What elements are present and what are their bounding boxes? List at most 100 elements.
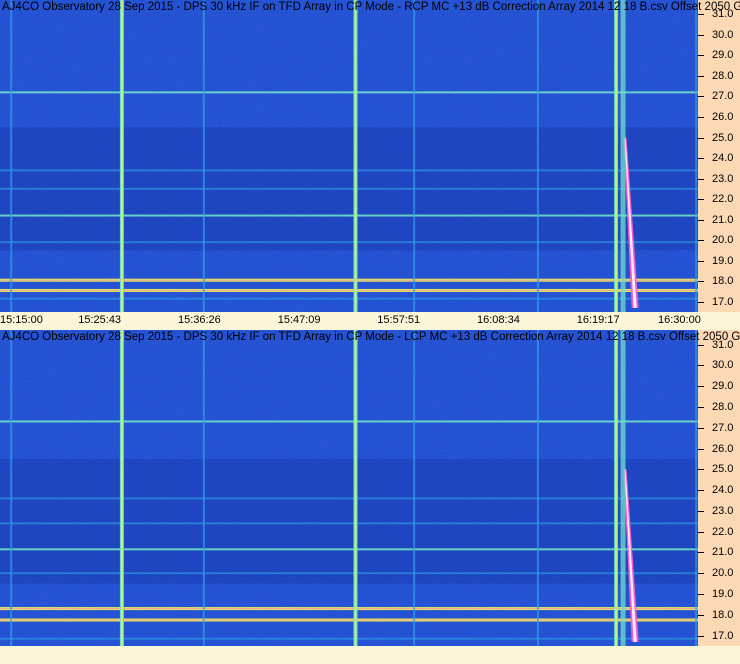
frequency-tick-label: 22.0 xyxy=(712,525,734,538)
rcp-title: AJ4CO Observatory 28 Sep 2015 - DPS 30 k… xyxy=(2,1,740,13)
frequency-tick xyxy=(698,531,704,533)
time-tick-label: 15:36:26 xyxy=(177,314,221,326)
frequency-tick xyxy=(698,448,704,450)
frequency-tick-label: 30.0 xyxy=(712,28,734,41)
dark-region xyxy=(0,458,698,584)
vertical-feature xyxy=(202,0,205,312)
frequency-tick xyxy=(698,635,704,637)
time-tick-label: 15:47:09 xyxy=(277,314,321,326)
frequency-tick xyxy=(698,614,704,616)
frequency-tick xyxy=(698,34,704,36)
frequency-tick xyxy=(698,178,704,180)
horizontal-band-core xyxy=(0,619,698,621)
lcp-spectrogram xyxy=(0,330,698,646)
frequency-tick-label: 18.0 xyxy=(712,608,734,621)
vertical-feature-core xyxy=(354,0,357,312)
frequency-tick-label: 29.0 xyxy=(712,49,734,62)
frequency-tick xyxy=(698,510,704,512)
frequency-tick xyxy=(698,240,704,242)
horizontal-band xyxy=(0,497,698,500)
frequency-tick-label: 21.0 xyxy=(712,546,734,559)
frequency-tick xyxy=(698,96,704,98)
vertical-feature xyxy=(695,0,698,312)
frequency-tick xyxy=(698,199,704,201)
frequency-tick-label: 17.0 xyxy=(712,629,734,642)
frequency-tick-label: 24.0 xyxy=(712,152,734,165)
horizontal-band xyxy=(0,548,698,551)
frequency-tick xyxy=(698,365,704,367)
horizontal-band xyxy=(0,297,698,300)
rcp-spectrogram xyxy=(0,0,698,312)
rcp-panel: AJ4CO Observatory 28 Sep 2015 - DPS 30 k… xyxy=(0,0,740,312)
horizontal-band xyxy=(0,420,698,423)
vertical-feature xyxy=(536,0,539,312)
frequency-tick-label: 25.0 xyxy=(712,463,734,476)
rcp-spectrogram-svg xyxy=(0,0,698,312)
frequency-tick xyxy=(698,137,704,139)
time-tick-label: 15:25:43 xyxy=(78,314,122,326)
frequency-tick-label: 23.0 xyxy=(712,504,734,517)
frequency-tick xyxy=(698,490,704,492)
vertical-feature xyxy=(202,330,205,646)
frequency-tick-label: 28.0 xyxy=(712,69,734,82)
vertical-feature-core xyxy=(120,330,123,646)
frequency-tick-label: 21.0 xyxy=(712,213,734,226)
frequency-tick-label: 25.0 xyxy=(712,131,734,144)
time-tick-label: 16:19:17 xyxy=(576,314,620,326)
vertical-feature-core xyxy=(615,330,618,646)
frequency-tick-label: 18.0 xyxy=(712,275,734,288)
lcp-spectrogram-svg xyxy=(0,330,698,646)
frequency-tick xyxy=(698,594,704,596)
horizontal-band xyxy=(0,637,698,640)
time-tick-label: 16:30:00 xyxy=(658,314,701,326)
lcp-title: AJ4CO Observatory 28 Sep 2015 - DPS 30 k… xyxy=(2,331,740,343)
frequency-tick-label: 20.0 xyxy=(712,234,734,247)
frequency-tick-label: 27.0 xyxy=(712,421,734,434)
lcp-panel: AJ4CO Observatory 28 Sep 2015 - DPS 30 k… xyxy=(0,330,740,646)
time-axis: 15:15:00 15:25:43 15:36:26 15:47:09 15:57:51… xyxy=(0,312,740,330)
time-tick-label: 16:08:34 xyxy=(477,314,520,326)
frequency-tick xyxy=(698,427,704,429)
horizontal-band xyxy=(0,187,698,190)
frequency-tick xyxy=(698,219,704,221)
frequency-tick-label: 17.0 xyxy=(712,295,734,308)
horizontal-band-core xyxy=(0,279,698,281)
horizontal-band xyxy=(0,214,698,217)
horizontal-band xyxy=(0,572,698,575)
vertical-feature xyxy=(695,330,698,646)
horizontal-band xyxy=(0,241,698,244)
frequency-tick-label: 29.0 xyxy=(712,380,734,393)
horizontal-band-core xyxy=(0,608,698,610)
vertical-feature-core xyxy=(120,0,123,312)
frequency-tick xyxy=(698,573,704,575)
frequency-tick xyxy=(698,75,704,77)
frequency-tick-label: 19.0 xyxy=(712,588,734,601)
frequency-tick xyxy=(698,552,704,554)
frequency-tick-label: 28.0 xyxy=(712,400,734,413)
bottom-strip xyxy=(0,646,740,664)
frequency-tick-label: 22.0 xyxy=(712,193,734,206)
vertical-feature xyxy=(10,0,13,312)
frequency-tick-label: 26.0 xyxy=(712,442,734,455)
frequency-tick-label: 24.0 xyxy=(712,484,734,497)
horizontal-band xyxy=(0,91,698,94)
frequency-tick-label: 27.0 xyxy=(712,90,734,103)
rcp-frequency-axis: 31.0 30.0 29.0 28.0 27.0 26.0 25.0 24.0 23.0 22.0… xyxy=(698,0,740,312)
frequency-tick xyxy=(698,281,704,283)
vertical-feature-core xyxy=(354,330,357,646)
burst-column xyxy=(620,330,626,646)
frequency-tick xyxy=(698,344,704,346)
lcp-frequency-axis: 31.0 30.0 29.0 28.0 27.0 26.0 25.0 24.0 23.0 22.0… xyxy=(698,330,740,646)
frequency-tick xyxy=(698,158,704,160)
frequency-tick xyxy=(698,386,704,388)
time-tick-label: 15:57:51 xyxy=(377,314,421,326)
vertical-feature xyxy=(413,0,416,312)
frequency-tick-label: 19.0 xyxy=(712,254,734,267)
vertical-feature xyxy=(413,330,416,646)
time-tick-label: 15:15:00 xyxy=(0,314,43,326)
horizontal-band xyxy=(0,522,698,525)
horizontal-band-core xyxy=(0,289,698,291)
horizontal-band xyxy=(0,169,698,172)
frequency-tick-label: 26.0 xyxy=(712,111,734,123)
frequency-tick xyxy=(698,14,704,16)
